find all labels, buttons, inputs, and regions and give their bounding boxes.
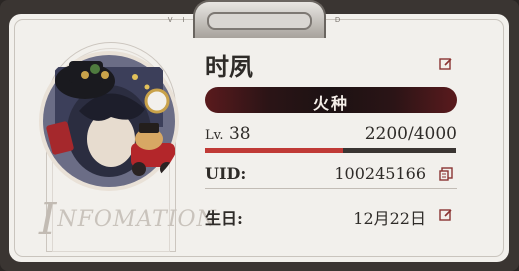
clip-handle <box>207 12 312 30</box>
watermark-cap: I <box>39 194 58 245</box>
copy-uid-icon[interactable] <box>439 166 453 181</box>
level-prefix: Lv. <box>205 128 224 143</box>
row-divider <box>205 188 457 189</box>
exp-progress-bar <box>205 148 456 153</box>
uid-label: UID: <box>205 164 247 183</box>
avatar-illustration <box>39 51 179 191</box>
edit-name-icon[interactable] <box>439 56 453 70</box>
title-badge: 火种 <box>205 87 457 113</box>
level-display: Lv. 38 <box>205 124 251 144</box>
birthday-value: 12月22日 <box>353 209 426 228</box>
clipboard-clip <box>193 0 326 38</box>
watermark-rest: NFOMATION <box>57 207 217 232</box>
level-value: 38 <box>228 124 251 144</box>
player-name: 时夙 <box>205 52 253 81</box>
title-badge-label: 火种 <box>312 94 349 113</box>
information-watermark: INFOMATION <box>39 186 217 245</box>
visiting-card: VISITING CARD INFOMATION <box>9 14 509 262</box>
exp-text: 2200/4000 <box>364 124 457 144</box>
exp-progress-fill <box>205 148 344 153</box>
avatar[interactable] <box>35 47 183 195</box>
birthday-label: 生日: <box>205 209 243 228</box>
edit-birthday-icon[interactable] <box>439 207 453 221</box>
uid-value: 100245166 <box>334 164 426 183</box>
